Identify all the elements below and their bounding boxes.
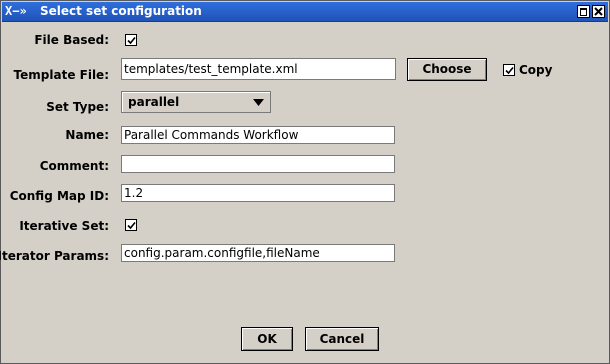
template-file-label: Template File:	[13, 68, 109, 82]
iterative-set-label: Iterative Set:	[19, 219, 109, 233]
copy-checkbox[interactable]	[503, 64, 515, 76]
maximize-icon[interactable]	[577, 5, 590, 18]
template-file-input[interactable]: templates/test_template.xml	[121, 58, 396, 80]
config-map-id-label: Config Map ID:	[9, 189, 109, 203]
name-input[interactable]: Parallel Commands Workflow	[121, 126, 395, 144]
iterator-params-input[interactable]: config.param.configfile,fileName	[121, 244, 395, 262]
close-icon[interactable]	[592, 5, 605, 18]
chevron-down-icon	[253, 99, 264, 106]
ok-button[interactable]: OK	[241, 327, 293, 351]
config-map-id-input[interactable]: 1.2	[121, 184, 395, 202]
window-menu-icon[interactable]: X−»	[5, 4, 37, 19]
cancel-button[interactable]: Cancel	[305, 327, 379, 351]
set-type-selected: parallel	[128, 95, 180, 109]
file-based-label: File Based:	[34, 33, 109, 47]
iterative-set-checkbox[interactable]	[125, 219, 137, 231]
dialog-window: X−» Select set configuration File Based:…	[0, 0, 610, 364]
comment-input[interactable]	[121, 155, 395, 173]
file-based-checkbox[interactable]	[125, 34, 137, 46]
copy-label: Copy	[519, 63, 553, 77]
choose-button[interactable]: Choose	[407, 58, 487, 81]
set-type-dropdown[interactable]: parallel	[121, 91, 271, 113]
comment-label: Comment:	[39, 159, 109, 173]
iterator-params-label: Iterator Params:	[0, 249, 109, 263]
title-bar[interactable]: X−» Select set configuration	[2, 2, 608, 22]
name-label: Name:	[65, 128, 109, 142]
window-title: Select set configuration	[40, 4, 202, 18]
set-type-label: Set Type:	[46, 100, 109, 114]
